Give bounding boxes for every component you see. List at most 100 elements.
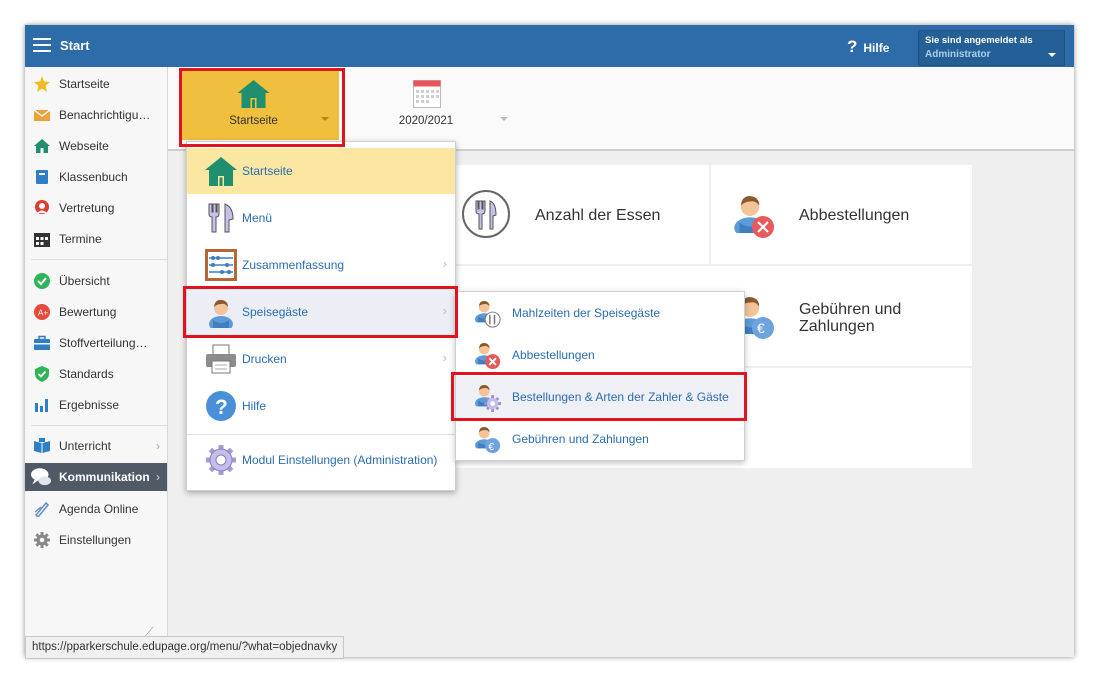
open-book-icon [34, 438, 50, 453]
envelope-icon [34, 109, 50, 121]
user-name: Administrator [925, 49, 991, 60]
sidebar-item-termine[interactable]: Termine [25, 225, 167, 253]
svg-text:€: € [488, 442, 494, 453]
chevron-down-icon [500, 117, 508, 121]
chat-icon [31, 468, 51, 486]
menu-item-hilfe[interactable]: ? Hilfe [187, 383, 455, 429]
home-icon [34, 139, 50, 153]
tile-title: Abbestellungen [799, 207, 910, 224]
sidebar-item-label: Agenda Online [59, 502, 139, 516]
highlight-home-tile [179, 68, 345, 147]
person-cancel-icon [475, 342, 501, 370]
sidebar-item-unterricht[interactable]: Unterricht › [25, 432, 167, 460]
menu-item-drucken[interactable]: Drucken › [187, 336, 455, 382]
sidebar-item-label: Kommunikation [59, 470, 150, 484]
help-label: Hilfe [863, 41, 890, 55]
book-icon [36, 170, 48, 184]
sidebar-item-benachrichtigungen[interactable]: Benachrichtigu… [25, 101, 167, 129]
printer-icon [206, 344, 236, 374]
menu-item-modul-einstellungen[interactable]: Modul Einstellungen (Administration) [187, 437, 455, 483]
home-icon [205, 157, 237, 186]
menu-item-label: Menü [242, 211, 273, 225]
sidebar-item-einstellungen[interactable]: Einstellungen [25, 526, 167, 554]
menu-item-startseite[interactable]: Startseite [187, 148, 455, 194]
person-cancel-icon [734, 196, 774, 238]
sidebar-item-kommunikation[interactable]: Kommunikation › [25, 463, 167, 491]
sidebar-item-label: Ergebnisse [59, 398, 120, 412]
chevron-down-icon [1048, 53, 1056, 57]
sidebar-item-label: Startseite [59, 77, 110, 91]
sidebar-item-bewertung[interactable]: A+ Bewertung [25, 298, 167, 326]
school-year-label: 2020/2021 [398, 115, 454, 127]
menu-item-label: Startseite [242, 164, 293, 178]
sidebar-item-ergebnisse[interactable]: Ergebnisse [25, 391, 167, 419]
app-title: Start [60, 38, 90, 53]
sidebar-item-standards[interactable]: Standards [25, 360, 167, 388]
submenu-item-label: Abbestellungen [512, 348, 595, 362]
tile-anzahl-essen[interactable]: Anzahl der Essen [436, 165, 711, 266]
sidebar-item-label: Unterricht [59, 439, 112, 453]
question-icon: ? [847, 37, 858, 56]
status-bar-url: https://pparkerschule.edupage.org/menu/?… [25, 636, 345, 659]
chevron-right-icon: › [442, 256, 447, 271]
chevron-right-icon: › [156, 439, 160, 453]
hamburger-menu-icon[interactable] [33, 38, 51, 52]
sidebar-item-label: Stoffverteilung… [59, 336, 148, 350]
chevron-right-icon: › [156, 470, 160, 484]
sidebar-item-label: Bewertung [59, 305, 117, 319]
svg-text:A+: A+ [38, 309, 48, 318]
submenu-item-mahlzeiten[interactable]: Mahlzeiten der Speisegäste [456, 292, 744, 334]
cutlery-icon [208, 203, 234, 233]
school-year-tile[interactable]: 2020/2021 [368, 70, 508, 140]
menu-item-menue[interactable]: Menü [187, 195, 455, 241]
sidebar-item-label: Benachrichtigu… [59, 108, 151, 122]
tile-title-line1: Gebühren und [799, 301, 902, 318]
svg-text:?: ? [215, 396, 228, 419]
user-menu[interactable]: Sie sind angemeldet als Administrator [918, 30, 1065, 66]
menu-item-label: Drucken [242, 352, 287, 366]
highlight-speisegaeste [183, 286, 458, 338]
help-button[interactable]: ? Hilfe [847, 37, 889, 57]
sidebar-item-startseite[interactable]: Startseite [25, 70, 167, 98]
tile-title-line2: Zahlungen [799, 318, 875, 335]
sidebar-item-agenda-online[interactable]: Agenda Online [25, 495, 167, 523]
sidebar-item-webseite[interactable]: Webseite [25, 132, 167, 160]
star-icon [34, 76, 50, 92]
submenu-item-label: Mahlzeiten der Speisegäste [512, 306, 661, 320]
tile-title: Anzahl der Essen [535, 207, 661, 224]
svg-text:€: € [757, 320, 765, 336]
sidebar-divider [31, 259, 167, 260]
submenu-item-gebuehren[interactable]: € Gebühren und Zahlungen [456, 418, 744, 460]
menu-divider [187, 434, 455, 435]
tile-abbestellungen[interactable]: Abbestellungen [711, 165, 972, 266]
user-line1: Sie sind angemeldet als [925, 35, 1033, 46]
grade-icon: A+ [34, 304, 50, 320]
sidebar-item-label: Übersicht [59, 274, 110, 288]
check-icon [34, 273, 50, 289]
sidebar-item-stoffverteilung[interactable]: Stoffverteilung… [25, 329, 167, 357]
person-cutlery-icon [475, 300, 501, 328]
sidebar: Startseite Benachrichtigu… Webseite Klas… [25, 67, 168, 657]
submenu-item-abbestellungen[interactable]: Abbestellungen [456, 334, 744, 376]
abacus-icon [205, 249, 237, 281]
cutlery-icon [462, 190, 510, 238]
tile-gebuehren[interactable]: € Gebühren und Zahlungen [711, 266, 972, 368]
sidebar-item-label: Vertretung [59, 201, 115, 215]
chevron-right-icon: › [442, 350, 447, 365]
person-icon [35, 200, 49, 214]
calendar-icon [34, 233, 50, 247]
calendar-icon [413, 80, 441, 108]
sidebar-item-label: Termine [59, 232, 102, 246]
sidebar-item-uebersicht[interactable]: Übersicht [25, 267, 167, 295]
gear-icon [206, 445, 236, 475]
submenu-item-label: Gebühren und Zahlungen [512, 432, 649, 446]
sidebar-item-label: Klassenbuch [59, 170, 128, 184]
sidebar-item-klassenbuch[interactable]: Klassenbuch [25, 163, 167, 191]
menu-item-label: Hilfe [242, 399, 267, 413]
app-window: Start ? Hilfe Sie sind angemeldet als Adm… [25, 25, 1074, 657]
menu-item-zusammenfassung[interactable]: Zusammenfassung › [187, 242, 455, 288]
sidebar-divider [31, 425, 167, 426]
sidebar-item-vertretung[interactable]: Vertretung [25, 194, 167, 222]
top-bar: Start ? Hilfe Sie sind angemeldet als Adm… [25, 25, 1074, 67]
shield-icon [35, 366, 49, 382]
